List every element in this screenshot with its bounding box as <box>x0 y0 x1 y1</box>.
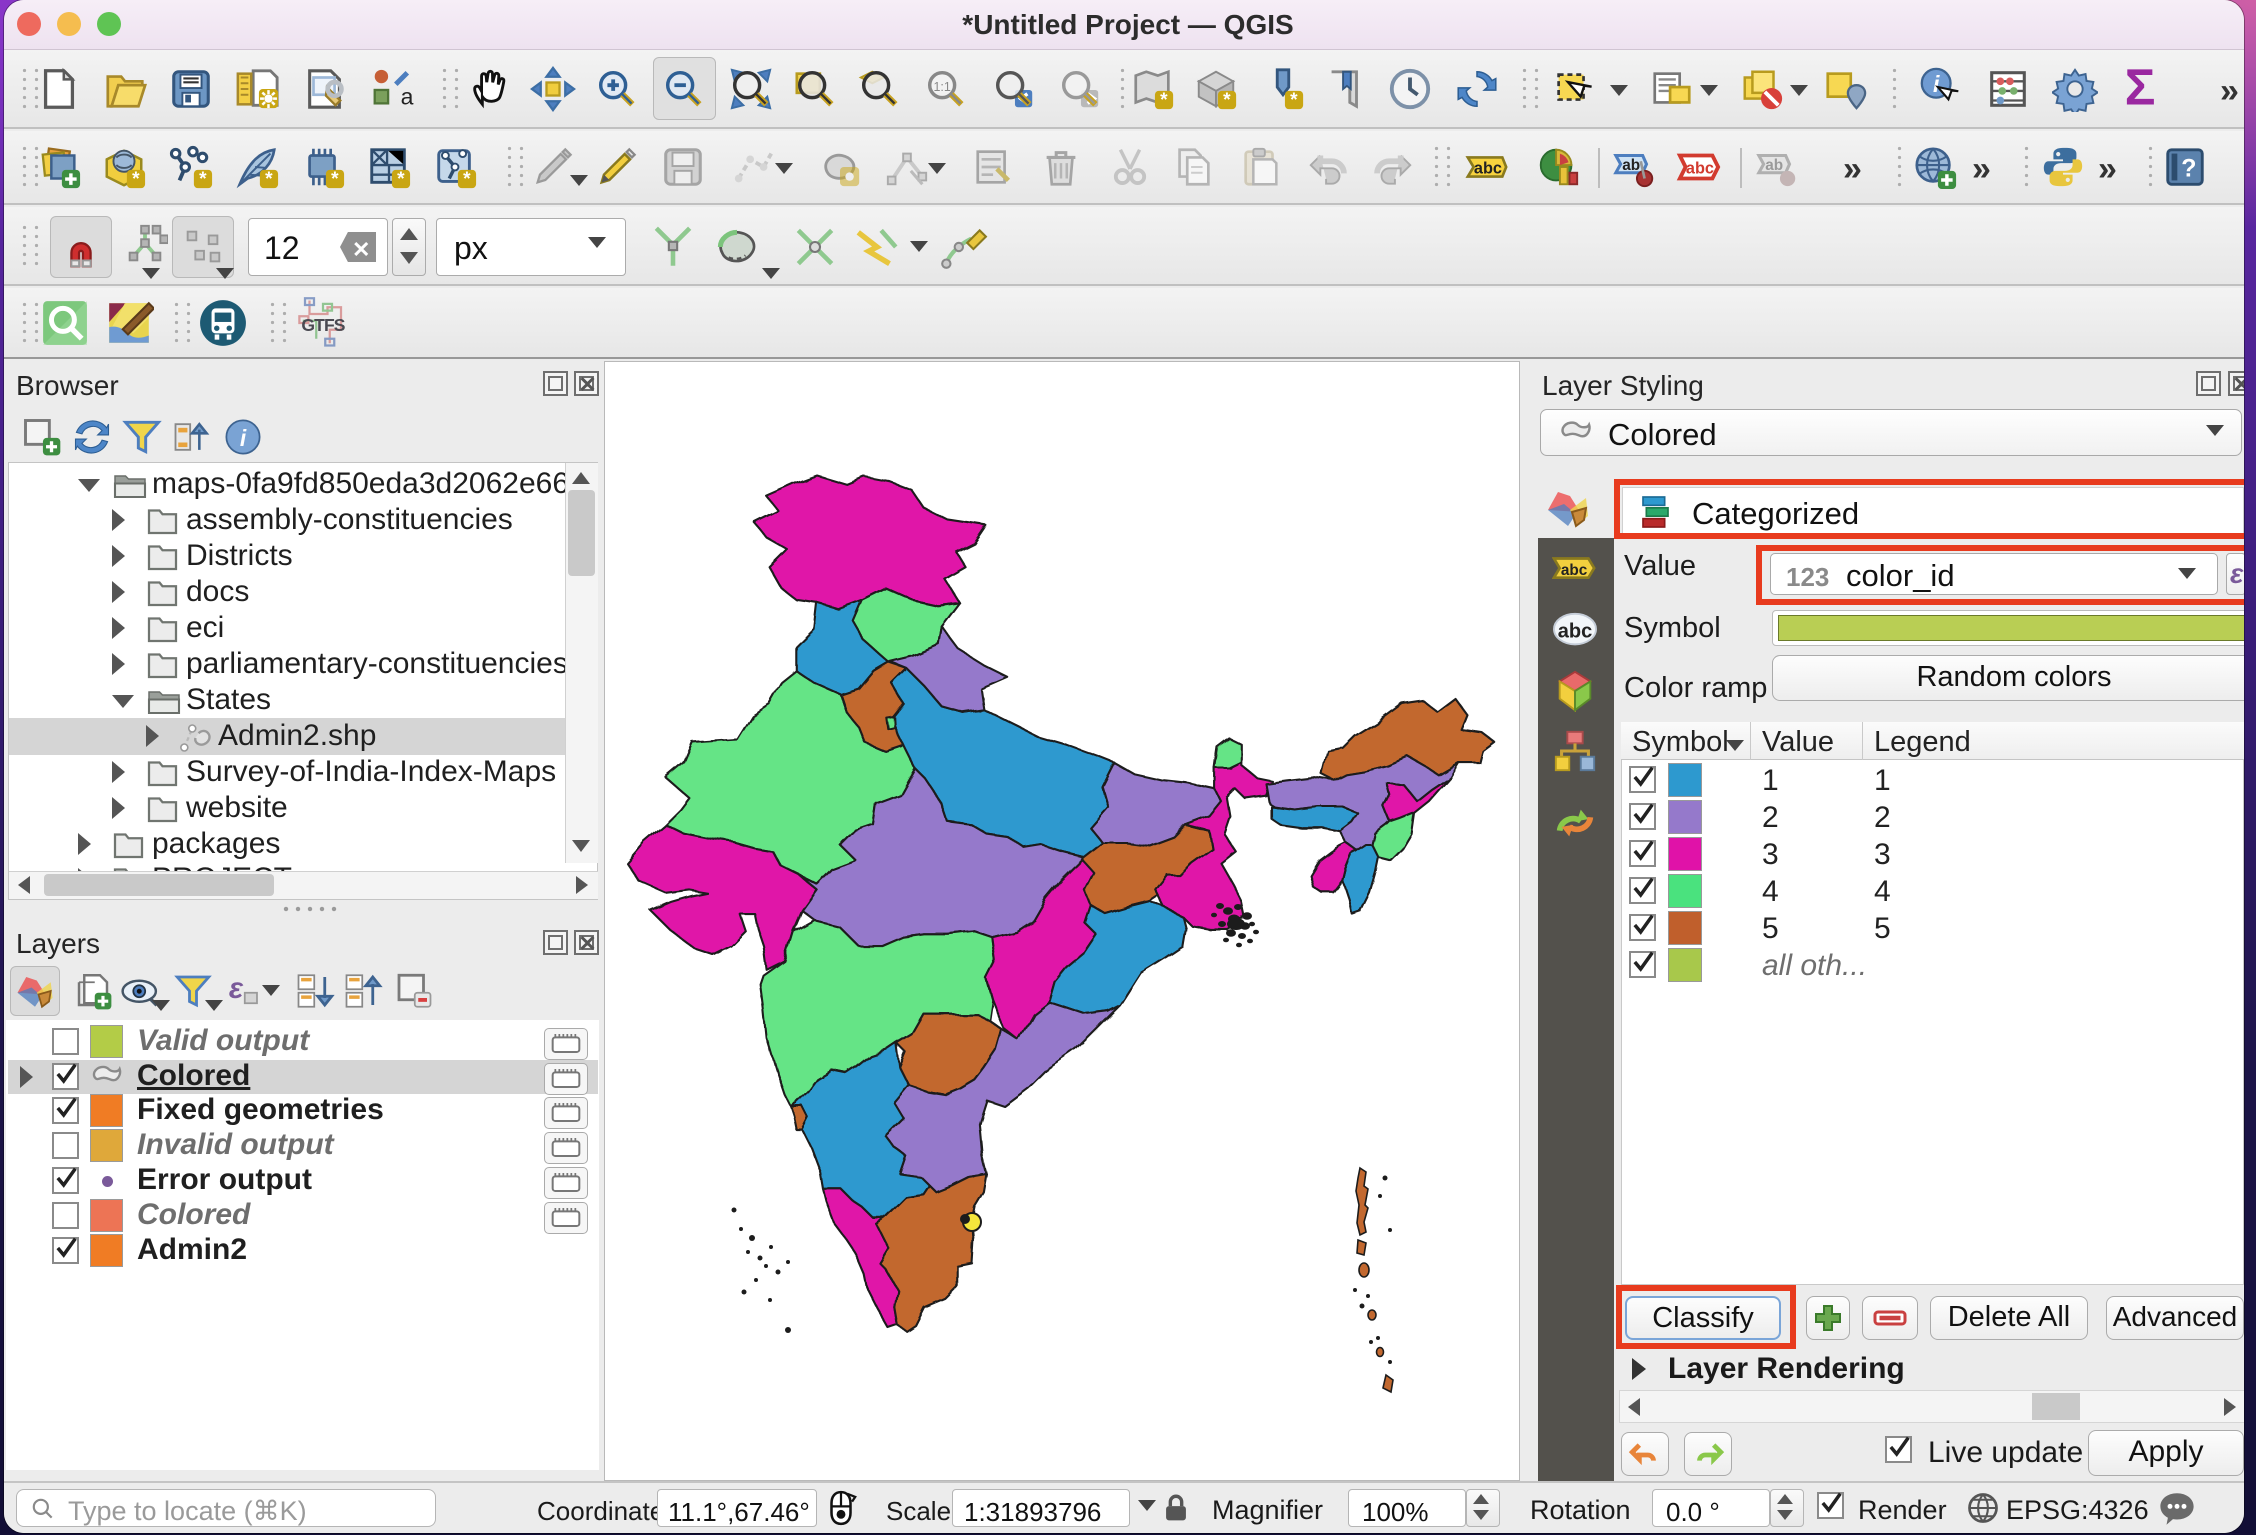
svg-text:*: * <box>199 169 207 190</box>
svg-text:*: * <box>331 169 339 190</box>
svg-text:ε: ε <box>229 972 244 1005</box>
svg-text:abc: abc <box>1686 160 1714 178</box>
svg-text:abc: abc <box>1561 562 1588 579</box>
svg-text:*: * <box>265 169 273 190</box>
svg-text:abc: abc <box>1474 160 1502 178</box>
svg-text:*: * <box>132 169 140 190</box>
svg-text:*: * <box>463 169 471 190</box>
svg-text:a: a <box>401 83 414 109</box>
svg-text:ab: ab <box>1765 157 1783 174</box>
svg-text:*: * <box>1223 90 1231 111</box>
svg-text:abc: abc <box>1558 621 1593 643</box>
svg-text:ab: ab <box>1622 157 1640 174</box>
svg-text:Σ: Σ <box>2125 60 2156 115</box>
svg-text:1:1: 1:1 <box>934 80 951 94</box>
svg-text:i: i <box>240 425 247 451</box>
svg-text:i: i <box>1933 71 1940 97</box>
svg-text:*: * <box>1160 90 1168 111</box>
svg-text:*: * <box>1290 90 1298 111</box>
svg-text:*: * <box>397 169 405 190</box>
svg-text:?: ? <box>2181 155 2196 183</box>
svg-text:GTFS: GTFS <box>301 315 345 335</box>
